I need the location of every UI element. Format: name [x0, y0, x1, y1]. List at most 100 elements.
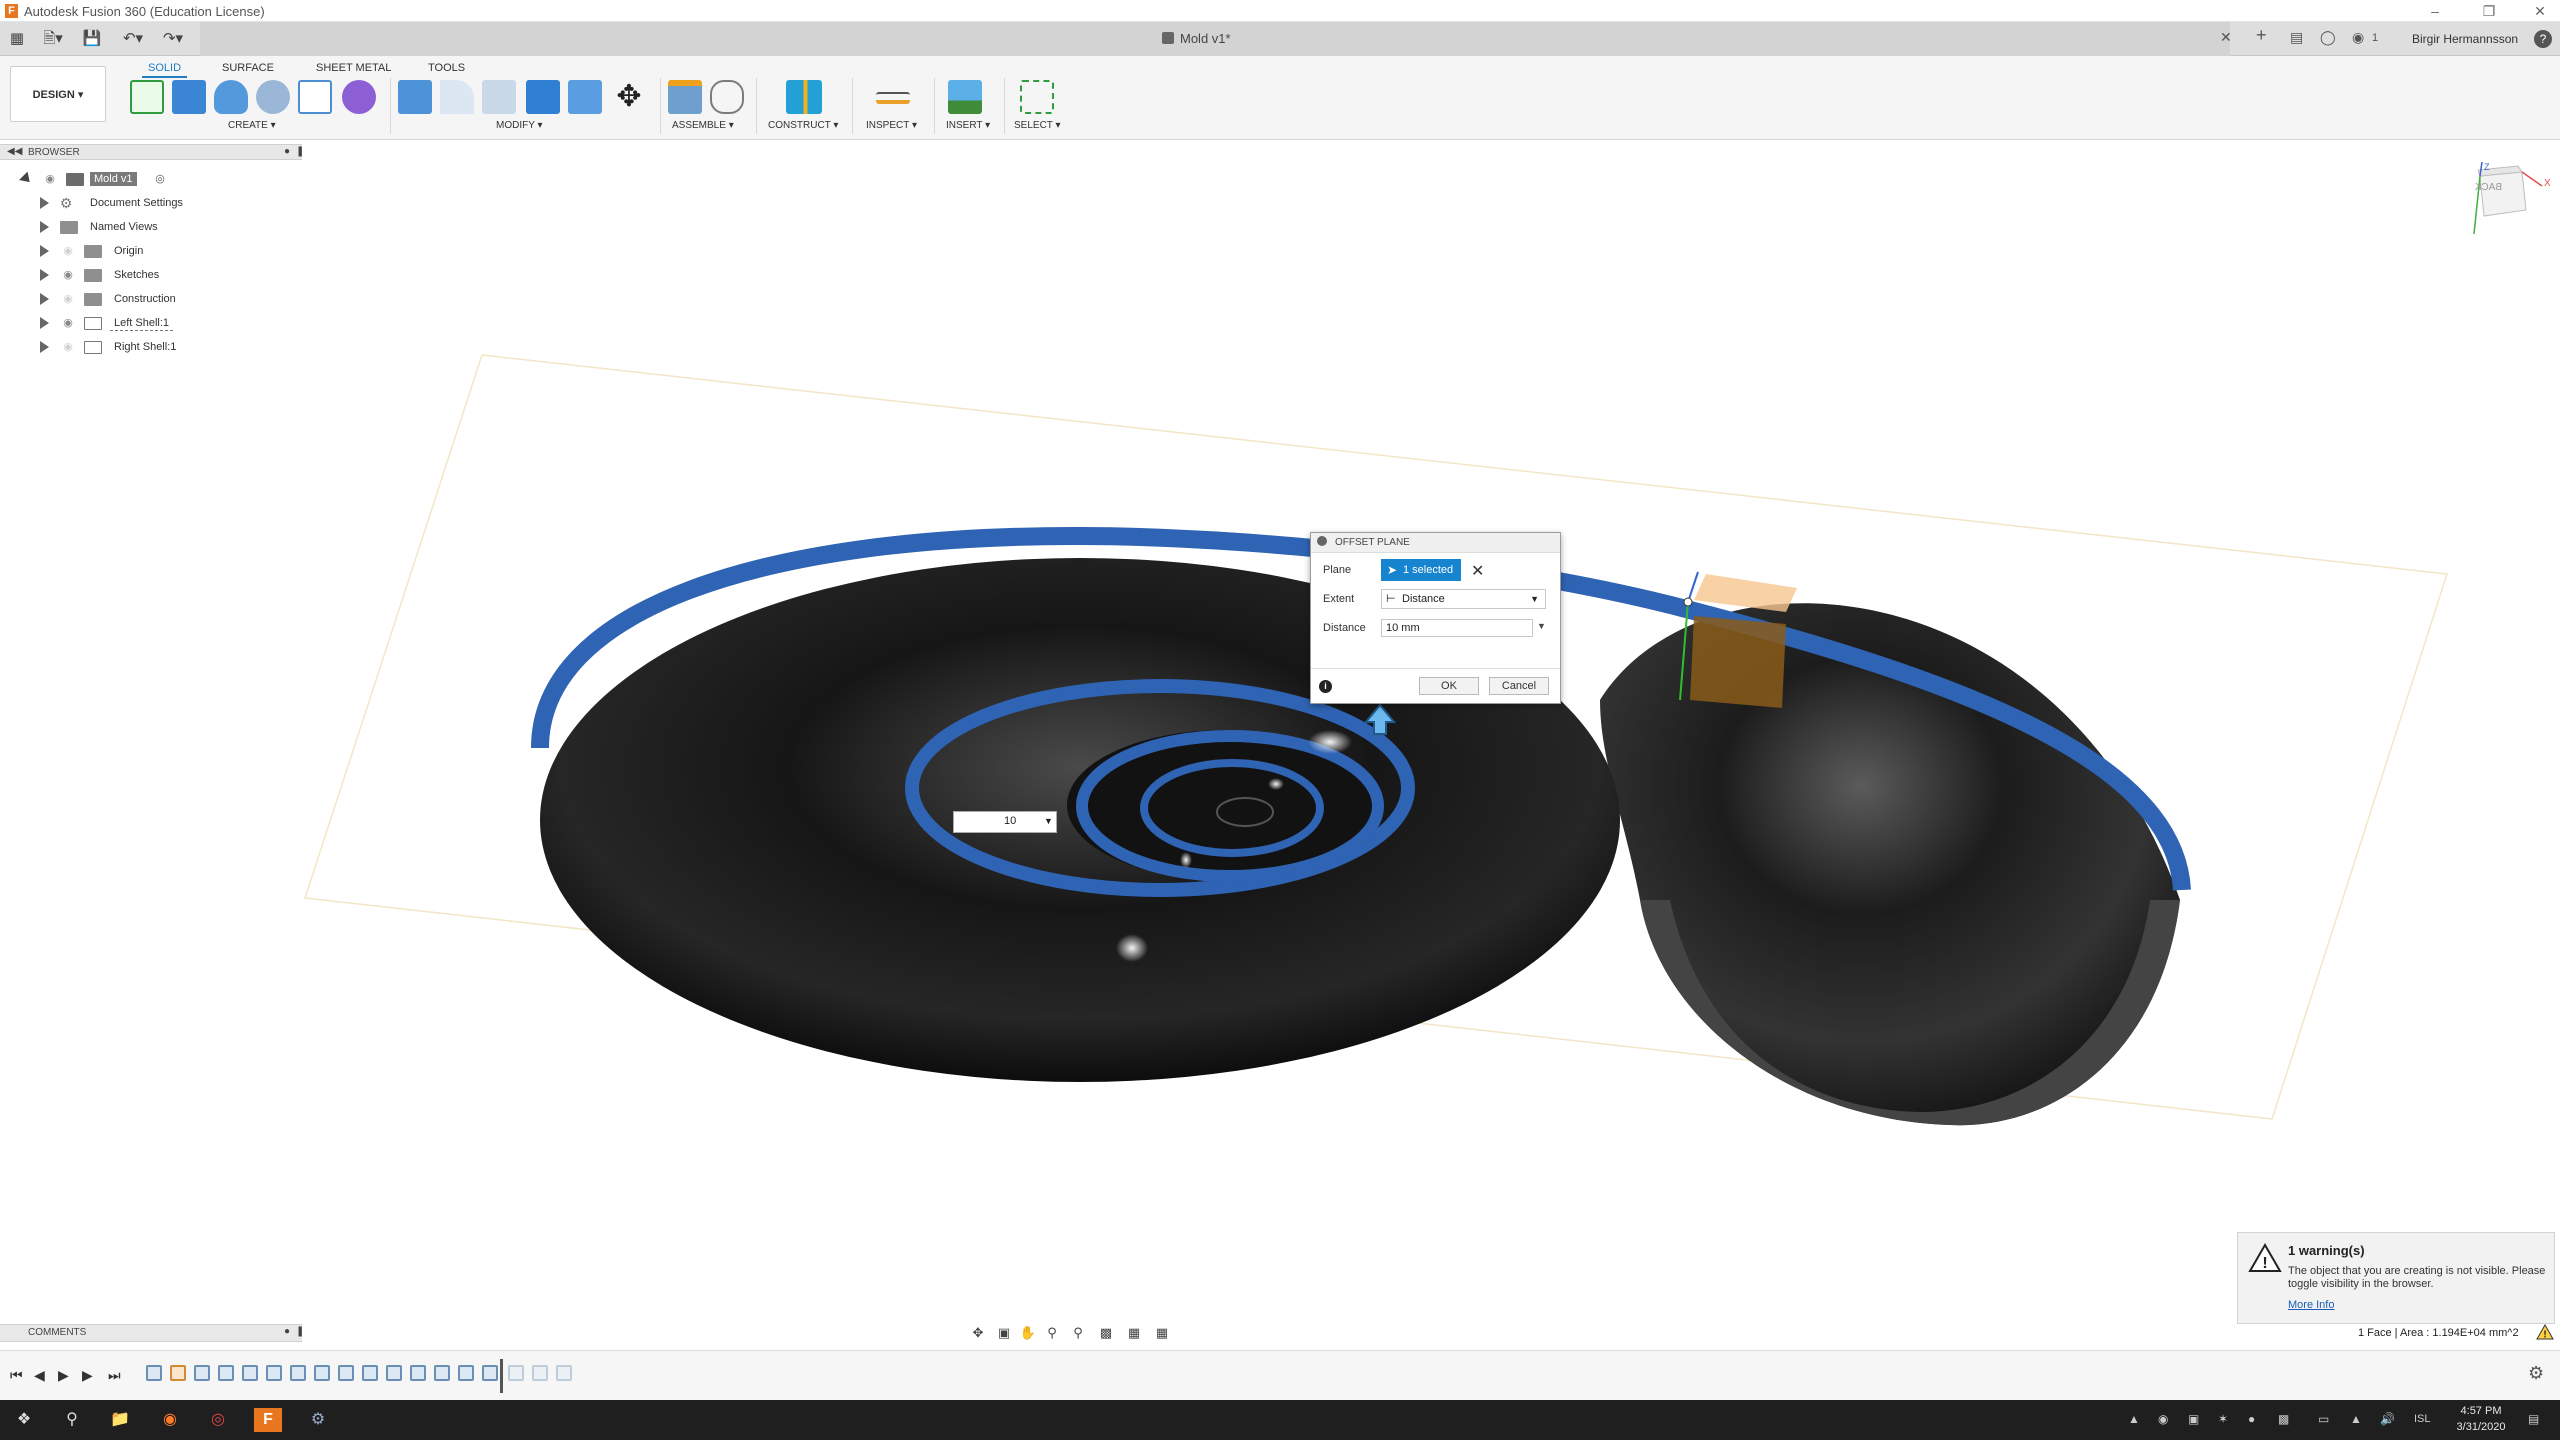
insert-image-icon[interactable]: [948, 80, 982, 114]
steam-icon[interactable]: ◉: [2158, 1412, 2168, 1426]
pattern-icon[interactable]: [298, 80, 332, 114]
timeline-feature-move[interactable]: [458, 1365, 474, 1381]
document-tab[interactable]: Mold v1* ✕: [200, 22, 2232, 56]
firefox-icon[interactable]: ◉: [156, 1408, 184, 1432]
canvas-input-dropdown-icon[interactable]: ▼: [1044, 816, 1053, 826]
browser-item-sketches[interactable]: ◉ Sketches: [0, 264, 302, 286]
undo-icon[interactable]: ↶▾: [116, 28, 150, 50]
action-center-icon[interactable]: ▤: [2528, 1412, 2539, 1426]
help-community-icon[interactable]: ◯: [2320, 29, 2336, 46]
plane-select-button[interactable]: ➤ 1 selected: [1381, 559, 1461, 581]
chamfer-icon[interactable]: [482, 80, 516, 114]
expand-arrow-icon[interactable]: [40, 221, 49, 233]
visibility-eye-icon[interactable]: ◉: [60, 293, 76, 305]
tab-solid[interactable]: SOLID: [142, 60, 188, 78]
tray-icon[interactable]: ▩: [2278, 1412, 2289, 1426]
viewports-icon[interactable]: ▦: [1153, 1324, 1171, 1342]
dialog-collapse-icon[interactable]: [1317, 536, 1327, 546]
browser-item-right-shell[interactable]: ◉ Right Shell:1: [0, 336, 302, 358]
view-cube-face[interactable]: [2479, 171, 2527, 217]
media-player-icon[interactable]: ◎: [204, 1408, 232, 1432]
app-grid-icon[interactable]: ▦: [6, 28, 28, 50]
select-box-icon[interactable]: [1020, 80, 1054, 114]
timeline-marker[interactable]: [500, 1359, 503, 1393]
shell-icon[interactable]: [526, 80, 560, 114]
expand-arrow-icon[interactable]: [40, 197, 49, 209]
go-to-end-icon[interactable]: ⏭: [108, 1367, 121, 1384]
distance-dropdown-icon[interactable]: ▼: [1537, 621, 1546, 631]
display-settings-icon[interactable]: ▩: [1097, 1324, 1115, 1342]
create-sketch-icon[interactable]: [130, 80, 164, 114]
joint-icon[interactable]: [710, 80, 744, 114]
file-menu-icon[interactable]: 🗎▾: [38, 28, 68, 50]
browser-item-origin[interactable]: ◉ Origin: [0, 240, 302, 262]
visibility-eye-icon[interactable]: ◉: [60, 245, 76, 257]
input-language[interactable]: ISL: [2414, 1413, 2431, 1425]
more-info-link[interactable]: More Info: [2288, 1299, 2334, 1311]
minimize-button[interactable]: –: [2420, 2, 2450, 20]
timeline-feature-extrude[interactable]: [266, 1365, 282, 1381]
fillet-icon[interactable]: [440, 80, 474, 114]
inspect-group-label[interactable]: INSPECT ▾: [866, 120, 917, 131]
timeline-feature-extrude[interactable]: [218, 1365, 234, 1381]
expand-arrow-icon[interactable]: [40, 317, 49, 329]
user-name[interactable]: Birgir Hermannsson: [2412, 32, 2518, 46]
tray-icon[interactable]: ▲: [2128, 1412, 2140, 1426]
browser-item-left-shell[interactable]: ◉ Left Shell:1: [0, 312, 302, 334]
timeline-feature-sketch[interactable]: [146, 1365, 162, 1381]
expand-arrow-icon[interactable]: [19, 171, 34, 187]
pin-panel-icon[interactable]: ●: [284, 146, 290, 157]
help-icon[interactable]: ?: [2534, 30, 2552, 48]
construct-group-label[interactable]: CONSTRUCT ▾: [768, 120, 838, 131]
visibility-eye-icon[interactable]: ◉: [60, 341, 76, 353]
clock[interactable]: 4:57 PM 3/31/2020: [2446, 1403, 2516, 1435]
fusion-taskbar-icon[interactable]: F: [254, 1408, 282, 1432]
clear-selection-icon[interactable]: ✕: [1471, 561, 1484, 581]
chrome-icon[interactable]: ●: [2248, 1412, 2255, 1426]
timeline-feature-extrude[interactable]: [314, 1365, 330, 1381]
search-icon[interactable]: ⚲: [58, 1408, 86, 1432]
save-icon[interactable]: 💾: [82, 28, 102, 50]
canvas-distance-input[interactable]: 10 ▼: [953, 811, 1057, 833]
step-back-icon[interactable]: ◀: [34, 1367, 45, 1384]
create-group-label[interactable]: CREATE ▾: [228, 120, 276, 131]
expand-arrow-icon[interactable]: [40, 245, 49, 257]
tray-icon[interactable]: ▣: [2188, 1412, 2199, 1426]
file-explorer-icon[interactable]: 📁: [106, 1408, 134, 1432]
panel-resize-icon[interactable]: ❚: [296, 146, 304, 157]
expand-arrow-icon[interactable]: [40, 269, 49, 281]
notification-icon[interactable]: ◉: [2352, 29, 2364, 46]
play-icon[interactable]: ▶: [58, 1367, 69, 1384]
new-component-icon[interactable]: [668, 80, 702, 114]
distance-input[interactable]: 10 mm: [1381, 619, 1533, 637]
close-tab-icon[interactable]: ✕: [2220, 29, 2232, 46]
insert-group-label[interactable]: INSERT ▾: [946, 120, 990, 131]
look-at-icon[interactable]: ▣: [995, 1324, 1013, 1342]
activate-component-icon[interactable]: ◎: [152, 173, 168, 185]
close-window-button[interactable]: ✕: [2525, 2, 2555, 20]
timeline-feature-suppressed[interactable]: [508, 1365, 524, 1381]
ok-button[interactable]: OK: [1419, 677, 1479, 695]
tab-sheet-metal[interactable]: SHEET METAL: [310, 60, 397, 76]
visibility-eye-icon[interactable]: ◉: [60, 317, 76, 329]
network-icon[interactable]: ▲: [2350, 1412, 2362, 1426]
step-forward-icon[interactable]: ▶: [82, 1367, 93, 1384]
timeline-feature-revolve[interactable]: [170, 1365, 186, 1381]
3d-viewport[interactable]: [0, 140, 2560, 1320]
timeline-feature-extrude[interactable]: [290, 1365, 306, 1381]
grid-settings-icon[interactable]: ▦: [1125, 1324, 1143, 1342]
browser-root[interactable]: ◉ Mold v1 ◎: [0, 168, 302, 190]
timeline-feature-suppressed[interactable]: [556, 1365, 572, 1381]
collapse-panel-icon[interactable]: ◀◀: [7, 146, 22, 157]
expand-arrow-icon[interactable]: [40, 293, 49, 305]
extrude-icon[interactable]: [172, 80, 206, 114]
timeline-feature-extrude[interactable]: [362, 1365, 378, 1381]
revolve-icon[interactable]: [214, 80, 248, 114]
cancel-button[interactable]: Cancel: [1489, 677, 1549, 695]
select-group-label[interactable]: SELECT ▾: [1014, 120, 1061, 131]
info-icon[interactable]: i: [1319, 680, 1332, 693]
orbit-icon[interactable]: ✥: [969, 1324, 987, 1342]
timeline-settings-icon[interactable]: ⚙: [2528, 1363, 2544, 1384]
bluetooth-icon[interactable]: ✶: [2218, 1412, 2228, 1426]
windows-start-icon[interactable]: ❖: [10, 1408, 38, 1432]
